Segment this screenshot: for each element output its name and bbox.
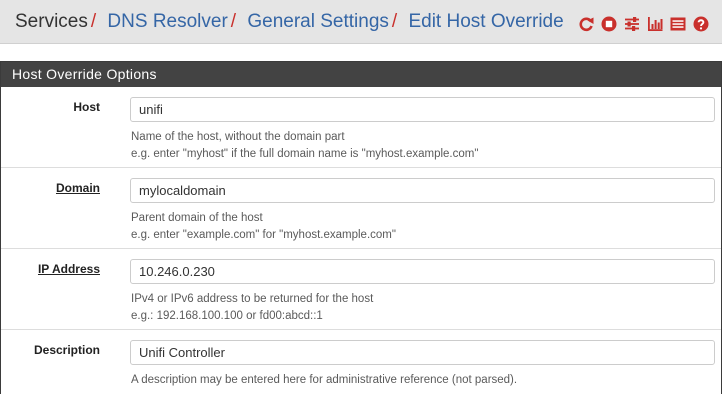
host-help-example: e.g. enter "myhost" if the full domain n… <box>131 148 479 160</box>
description-help-line: A description may be entered here for ad… <box>131 374 518 386</box>
breadcrumb-general-settings[interactable]: General Settings <box>247 11 389 32</box>
breadcrumb-dns-resolver[interactable]: DNS Resolver <box>107 11 227 32</box>
domain-input[interactable] <box>130 178 715 203</box>
help-icon[interactable] <box>693 16 709 32</box>
ip-address-help-example: e.g.: 192.168.100.100 or fd00:abcd::1 <box>131 310 323 322</box>
settings-sliders-icon[interactable] <box>624 16 640 32</box>
description-help: A description may be entered here for ad… <box>131 372 517 389</box>
domain-row: Domain Parent domain of the host e.g. en… <box>1 168 721 249</box>
host-help: Name of the host, without the domain par… <box>131 129 478 163</box>
host-override-panel: Host Override Options Host Name of the h… <box>0 61 722 394</box>
breadcrumb-separator: / <box>230 11 237 32</box>
breadcrumb-separator: / <box>90 11 97 32</box>
ip-address-help: IPv4 or IPv6 address to be returned for … <box>131 291 373 325</box>
log-icon[interactable] <box>670 16 686 32</box>
host-label: Host <box>73 100 100 114</box>
breadcrumb-separator: / <box>391 11 398 32</box>
panel-title: Host Override Options <box>1 62 721 87</box>
domain-help: Parent domain of the host e.g. enter "ex… <box>131 210 396 244</box>
breadcrumb-edit-host-override[interactable]: Edit Host Override <box>408 11 563 32</box>
description-input[interactable] <box>130 340 715 365</box>
breadcrumb-services: Services <box>15 11 88 32</box>
description-label: Description <box>33 343 100 357</box>
breadcrumb-bar: Services / DNS Resolver / General Settings… <box>0 0 722 44</box>
host-help-line: Name of the host, without the domain par… <box>131 131 345 143</box>
domain-label: Domain <box>55 181 100 195</box>
ip-address-label: IP Address <box>37 262 100 276</box>
ip-address-input[interactable] <box>130 259 715 284</box>
restart-service-icon[interactable] <box>578 16 594 32</box>
stop-service-icon[interactable] <box>601 16 617 32</box>
ip-address-help-line: IPv4 or IPv6 address to be returned for … <box>131 293 374 305</box>
domain-help-line: Parent domain of the host <box>131 212 263 224</box>
host-row: Host Name of the host, without the domai… <box>1 87 721 168</box>
ip-address-row: IP Address IPv4 or IPv6 address to be re… <box>1 249 721 330</box>
description-row: Description A description may be entered… <box>1 330 721 394</box>
domain-help-example: e.g. enter "example.com" for "myhost.exa… <box>131 229 396 241</box>
host-input[interactable] <box>130 97 715 122</box>
status-chart-icon[interactable] <box>647 16 663 32</box>
breadcrumb: Services / DNS Resolver / General Settings… <box>15 10 564 34</box>
toolbar-icons <box>571 15 709 33</box>
